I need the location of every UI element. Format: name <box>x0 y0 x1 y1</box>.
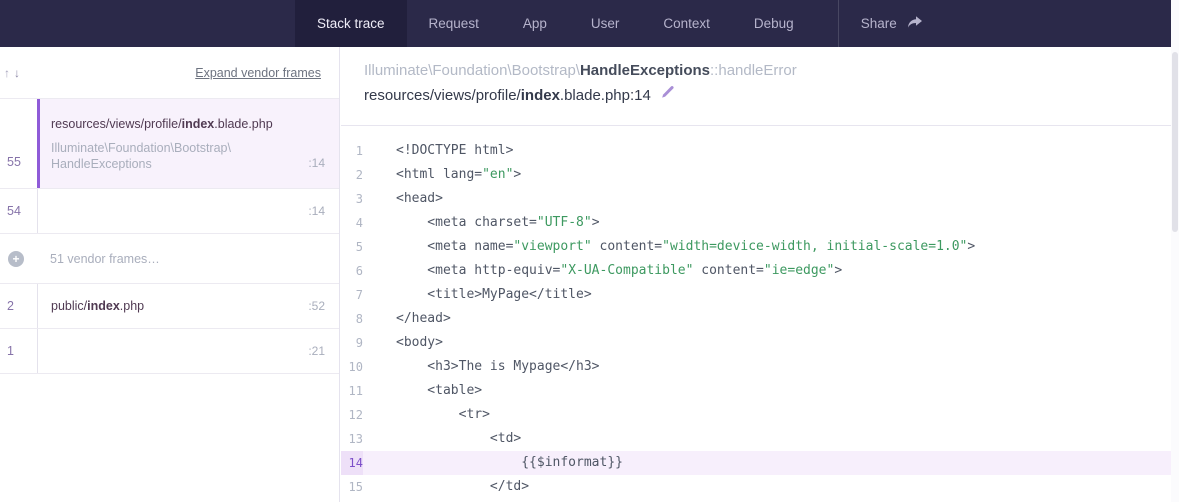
code-line-number: 7 <box>341 283 363 307</box>
frame-body: public/index.php:52 <box>37 284 339 328</box>
nav-tabs: Stack traceRequestAppUserContextDebug <box>295 0 816 47</box>
code-line-number: 4 <box>341 211 363 235</box>
share-arrow-icon <box>906 15 923 33</box>
frame-number: 1 <box>0 329 37 373</box>
code-line: 8</head> <box>341 307 1179 331</box>
frame-number: 55 <box>0 99 37 188</box>
code-line-text: <html lang="en"> <box>363 163 521 187</box>
code-line-number: 8 <box>341 307 363 331</box>
frame-file-path: public/index.php <box>51 297 325 315</box>
code-line: 12 <tr> <box>341 403 1179 427</box>
tab-user[interactable]: User <box>569 0 642 47</box>
code-line: 5 <meta name="viewport" content="width=d… <box>341 235 1179 259</box>
code-line-text: <head> <box>363 187 443 211</box>
tab-context[interactable]: Context <box>641 0 732 47</box>
code-line: 2<html lang="en"> <box>341 163 1179 187</box>
code-line: 6 <meta http-equiv="X-UA-Compatible" con… <box>341 259 1179 283</box>
vendor-frames-row[interactable]: +51 vendor frames… <box>0 234 339 284</box>
sidebar-header: ↑ ↓ Expand vendor frames <box>0 47 339 99</box>
code-line-text: <body> <box>363 331 443 355</box>
expand-plus-icon[interactable]: + <box>8 251 24 267</box>
frame-number: 2 <box>0 284 37 328</box>
code-line: 7 <title>MyPage</title> <box>341 283 1179 307</box>
code-line-number: 10 <box>341 355 363 379</box>
frame-list: 55resources/views/profile/index.blade.ph… <box>0 99 339 374</box>
tab-request[interactable]: Request <box>407 0 501 47</box>
code-line: 1<!DOCTYPE html> <box>341 139 1179 163</box>
frame-line-number: :52 <box>308 299 325 313</box>
code-line-number: 15 <box>341 475 363 499</box>
main-panel: Illuminate\Foundation\Bootstrap\HandleEx… <box>341 47 1179 502</box>
stack-frame-sidebar: ↑ ↓ Expand vendor frames 55resources/vie… <box>0 47 340 502</box>
frame-number: 54 <box>0 189 37 233</box>
up-arrow-icon[interactable]: ↑ <box>4 66 10 80</box>
code-line-number: 1 <box>341 139 363 163</box>
code-line: 10 <h3>The is Mypage</h3> <box>341 355 1179 379</box>
exception-class: HandleExceptions <box>580 62 710 79</box>
frame-row[interactable]: 55resources/views/profile/index.blade.ph… <box>0 99 339 189</box>
code-line-number: 9 <box>341 331 363 355</box>
code-line-number: 13 <box>341 427 363 451</box>
exception-breadcrumb: Illuminate\Foundation\Bootstrap\HandleEx… <box>364 59 1159 83</box>
code-line-text: </head> <box>363 307 451 331</box>
frame-detail-header: Illuminate\Foundation\Bootstrap\HandleEx… <box>341 47 1179 126</box>
tab-stack-trace[interactable]: Stack trace <box>295 0 407 47</box>
exception-namespace: Illuminate\Foundation\Bootstrap\ <box>364 62 580 79</box>
code-line-text: </td> <box>363 475 529 499</box>
tab-app[interactable]: App <box>501 0 569 47</box>
frame-sort-controls[interactable]: ↑ ↓ <box>4 66 20 80</box>
frame-line-number: :14 <box>308 156 325 170</box>
share-button[interactable]: Share <box>839 0 945 47</box>
code-line-number: 3 <box>341 187 363 211</box>
frame-row[interactable]: 1 :21 <box>0 329 339 374</box>
code-line-number: 14 <box>341 451 363 475</box>
frame-body: :21 <box>37 329 339 373</box>
code-line-number: 5 <box>341 235 363 259</box>
frame-line-number: :14 <box>308 204 325 218</box>
code-line-text: <title>MyPage</title> <box>363 283 592 307</box>
vendor-frames-label: 51 vendor frames… <box>50 252 160 266</box>
scrollbar-thumb[interactable] <box>1172 52 1178 232</box>
frame-row[interactable]: 2public/index.php:52 <box>0 284 339 329</box>
code-line-text: <tr> <box>363 403 490 427</box>
code-line: 11 <table> <box>341 379 1179 403</box>
code-line-text: <h3>The is Mypage</h3> <box>363 355 600 379</box>
code-line-number: 12 <box>341 403 363 427</box>
frame-line-number: :21 <box>308 344 325 358</box>
frame-body: resources/views/profile/index.blade.php I… <box>37 99 339 188</box>
share-label: Share <box>861 16 897 31</box>
file-path: resources/views/profile/index.blade.php:… <box>364 83 651 109</box>
code-line-number: 2 <box>341 163 363 187</box>
pencil-icon[interactable] <box>660 83 675 109</box>
code-line-number: 6 <box>341 259 363 283</box>
code-line: 3<head> <box>341 187 1179 211</box>
code-viewer: 1<!DOCTYPE html>2<html lang="en">3<head>… <box>341 126 1179 499</box>
expand-vendor-frames-link[interactable]: Expand vendor frames <box>195 66 321 80</box>
code-line: 14 {{$informat}} <box>341 451 1179 475</box>
frame-row[interactable]: 54 :14 <box>0 189 339 234</box>
page-scrollbar[interactable] <box>1171 0 1179 502</box>
code-line-text: <meta http-equiv="X-UA-Compatible" conte… <box>363 259 842 283</box>
code-line-text: <meta charset="UTF-8"> <box>363 211 600 235</box>
exception-method: ::handleError <box>710 62 797 79</box>
code-line-text: <td> <box>363 427 521 451</box>
frame-body: :14 <box>37 189 339 233</box>
code-line: 13 <td> <box>341 427 1179 451</box>
tab-debug[interactable]: Debug <box>732 0 816 47</box>
code-line-text: {{$informat}} <box>363 451 623 475</box>
code-line-text: <table> <box>363 379 482 403</box>
code-line-text: <meta name="viewport" content="width=dev… <box>363 235 975 259</box>
frame-method: Illuminate\Foundation\Bootstrap\HandleEx… <box>51 140 325 172</box>
file-path-row: resources/views/profile/index.blade.php:… <box>364 83 1159 109</box>
code-line-text: <!DOCTYPE html> <box>363 139 513 163</box>
frame-file-path: resources/views/profile/index.blade.php <box>51 115 325 133</box>
code-line-number: 11 <box>341 379 363 403</box>
top-nav: Stack traceRequestAppUserContextDebug Sh… <box>0 0 1179 47</box>
code-line: 9<body> <box>341 331 1179 355</box>
code-line: 15 </td> <box>341 475 1179 499</box>
down-arrow-icon[interactable]: ↓ <box>14 66 20 80</box>
code-line: 4 <meta charset="UTF-8"> <box>341 211 1179 235</box>
